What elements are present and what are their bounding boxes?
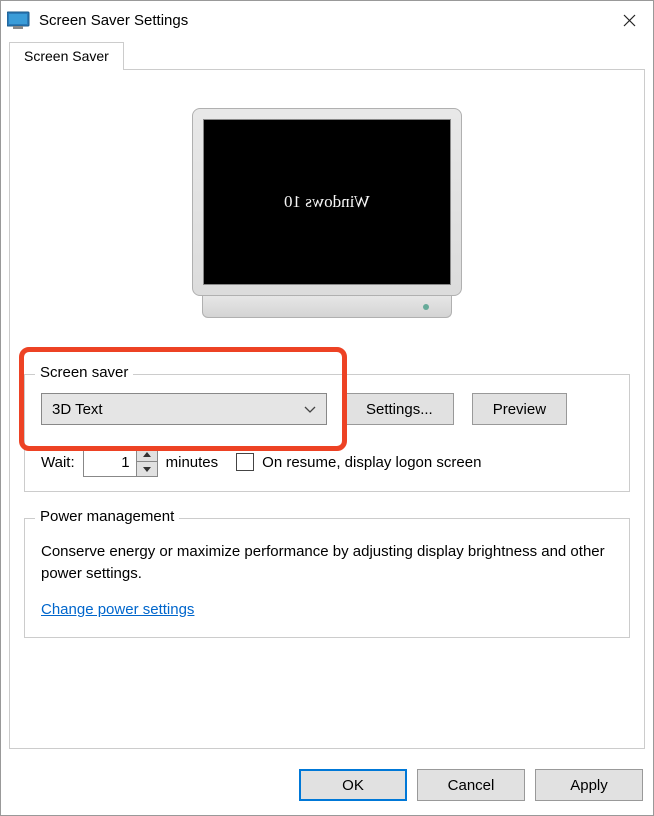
- resume-checkbox-label: On resume, display logon screen: [262, 454, 481, 471]
- power-description: Conserve energy or maximize performance …: [41, 541, 613, 585]
- preview-area: Windows 10: [24, 84, 630, 336]
- app-icon: [7, 10, 31, 30]
- dropdown-value: 3D Text: [52, 401, 103, 418]
- close-button[interactable]: [611, 6, 647, 34]
- preview-text: Windows 10: [284, 192, 370, 212]
- resume-checkbox-wrap: On resume, display logon screen: [236, 453, 481, 471]
- wait-spinner: [83, 447, 158, 477]
- dropdown-row: 3D Text Settings... Preview: [41, 393, 613, 425]
- close-icon: [623, 14, 636, 27]
- screensaver-group: Screen saver 3D Text Settings... Preview…: [24, 374, 630, 492]
- titlebar: Screen Saver Settings: [1, 1, 653, 39]
- resume-checkbox[interactable]: [236, 453, 254, 471]
- settings-window: Screen Saver Settings Screen Saver Windo…: [0, 0, 654, 816]
- monitor-screen: Windows 10: [203, 119, 451, 285]
- window-title: Screen Saver Settings: [39, 12, 611, 29]
- triangle-down-icon: [143, 467, 151, 472]
- screensaver-group-label: Screen saver: [35, 364, 133, 381]
- spinner-down-button[interactable]: [137, 462, 157, 476]
- cancel-button[interactable]: Cancel: [417, 769, 525, 801]
- monitor-preview: Windows 10: [192, 108, 462, 318]
- wait-label: Wait:: [41, 454, 75, 471]
- screensaver-dropdown[interactable]: 3D Text: [41, 393, 327, 425]
- wait-input[interactable]: [84, 448, 136, 476]
- preview-button[interactable]: Preview: [472, 393, 567, 425]
- apply-button[interactable]: Apply: [535, 769, 643, 801]
- spinner-up-button[interactable]: [137, 448, 157, 462]
- tab-strip: Screen Saver: [1, 41, 653, 69]
- spinner-buttons: [136, 448, 157, 476]
- wait-row: Wait: minutes On resume, disp: [41, 447, 613, 477]
- footer: OK Cancel Apply: [1, 757, 653, 815]
- chevron-down-icon: [304, 401, 316, 418]
- monitor-base: [202, 296, 452, 318]
- tab-screen-saver[interactable]: Screen Saver: [9, 42, 124, 70]
- monitor-frame: Windows 10: [192, 108, 462, 296]
- power-group-label: Power management: [35, 508, 179, 525]
- settings-button[interactable]: Settings...: [345, 393, 454, 425]
- content-area: Windows 10 Screen saver 3D Text: [9, 69, 645, 749]
- wait-unit: minutes: [166, 454, 219, 471]
- monitor-led-icon: [423, 304, 429, 310]
- change-power-settings-link[interactable]: Change power settings: [41, 601, 194, 618]
- power-management-group: Power management Conserve energy or maxi…: [24, 518, 630, 638]
- ok-button[interactable]: OK: [299, 769, 407, 801]
- triangle-up-icon: [143, 452, 151, 457]
